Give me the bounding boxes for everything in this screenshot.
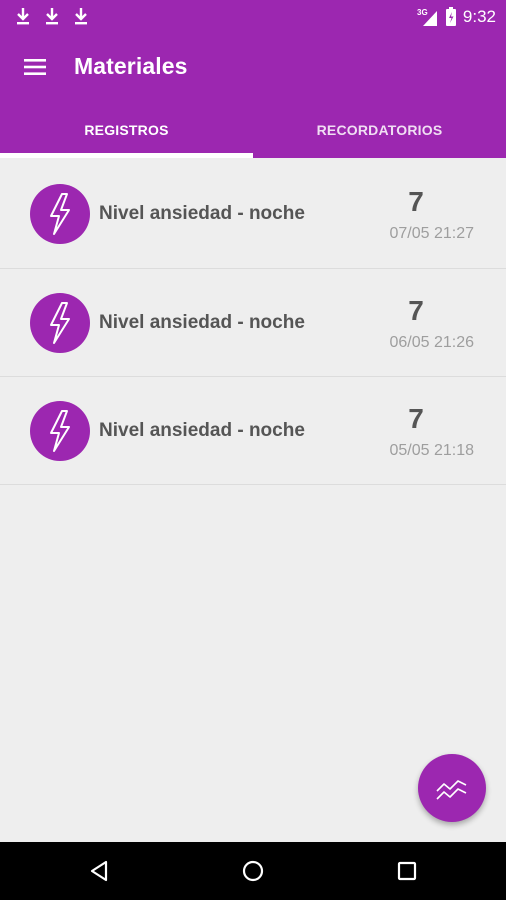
status-bar: 3G 9:32 [0,0,506,34]
chart-fab-button[interactable] [418,754,486,822]
list-item[interactable]: Nivel ansiedad - noche 7 07/05 21:27 [0,160,506,269]
network-type-label: 3G [417,8,428,17]
record-date: 06/05 21:26 [389,334,474,351]
lightning-bolt-icon [50,193,70,235]
toolbar: Materiales [0,34,506,100]
download-icon [75,8,87,25]
download-icon [46,8,58,25]
trending-chart-icon [436,780,467,800]
tab-label: REGISTROS [84,122,169,138]
record-label: Nivel ansiedad - noche [99,420,305,441]
record-value: 7 [408,403,424,434]
download-icon [17,8,29,25]
records-list: Nivel ansiedad - noche 7 07/05 21:27 Niv… [0,160,506,485]
lightning-bolt-icon [50,410,70,452]
navigation-bar [0,842,506,900]
record-avatar [30,293,90,353]
record-value: 7 [408,295,424,326]
back-icon [90,860,108,882]
list-item[interactable]: Nivel ansiedad - noche 7 06/05 21:26 [0,269,506,377]
recents-icon [397,861,417,881]
home-icon [242,860,264,882]
home-button[interactable] [235,853,271,889]
tab-recordatorios[interactable]: RECORDATORIOS [253,100,506,158]
recents-button[interactable] [389,853,425,889]
list-item[interactable]: Nivel ansiedad - noche 7 05/05 21:18 [0,377,506,485]
page-title: Materiales [74,53,188,79]
signal-icon: 3G [417,8,437,26]
tab-selected-indicator [0,153,253,158]
tab-bar: REGISTROS RECORDATORIOS [0,100,506,158]
app-bar: 3G 9:32 Materiales REGISTROS RECORDATORI… [0,0,506,158]
tab-registros[interactable]: REGISTROS [0,100,253,158]
record-date: 07/05 21:27 [389,225,474,242]
record-date: 05/05 21:18 [389,442,474,459]
hamburger-menu-icon [24,59,46,75]
record-value: 7 [408,186,424,217]
lightning-bolt-icon [50,302,70,344]
tab-label: RECORDATORIOS [316,122,443,138]
record-label: Nivel ansiedad - noche [99,312,305,333]
battery-icon [445,7,456,26]
menu-button[interactable] [14,46,56,88]
record-avatar [30,401,90,461]
status-time: 9:32 [462,7,496,26]
record-avatar [30,184,90,244]
back-button[interactable] [81,853,117,889]
record-label: Nivel ansiedad - noche [99,203,305,224]
